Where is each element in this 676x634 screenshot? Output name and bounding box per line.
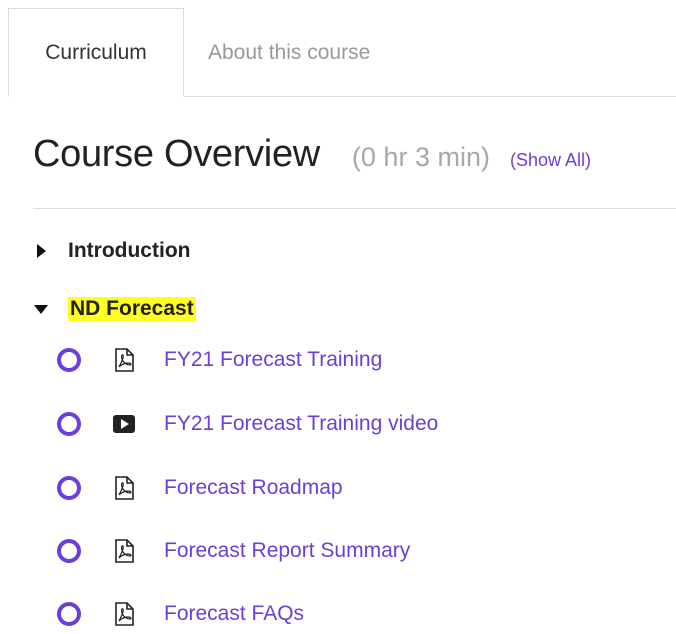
item-label: FY21 Forecast Training video: [164, 412, 439, 435]
page-title: Course Overview: [33, 133, 320, 175]
pdf-icon: [113, 539, 135, 563]
tab-curriculum[interactable]: Curriculum: [8, 8, 184, 97]
section-introduction[interactable]: Introduction: [33, 236, 190, 266]
pdf-icon: [113, 476, 135, 500]
course-overview-header: Course Overview (0 hr 3 min) (Show All): [33, 133, 676, 189]
item-label: Forecast FAQs: [164, 602, 305, 625]
progress-circle-icon: [57, 539, 81, 563]
section-label: ND Forecast: [68, 297, 196, 321]
caret-right-icon: [33, 241, 53, 261]
course-duration: (0 hr 3 min): [351, 142, 490, 172]
list-item[interactable]: FY21 Forecast Training: [57, 340, 657, 380]
list-item[interactable]: FY21 Forecast Training video: [57, 404, 657, 444]
header-divider: [33, 208, 676, 209]
item-label: Forecast Report Summary: [164, 539, 411, 562]
progress-circle-icon: [57, 476, 81, 500]
list-item[interactable]: Forecast Roadmap: [57, 468, 657, 508]
tab-curriculum-label: Curriculum: [45, 40, 147, 64]
pdf-icon: [113, 348, 135, 372]
tab-bar: Curriculum About this course: [0, 0, 676, 98]
progress-circle-icon: [57, 348, 81, 372]
video-icon: [113, 412, 135, 436]
item-label: FY21 Forecast Training: [164, 348, 383, 371]
progress-circle-icon: [57, 412, 81, 436]
list-item[interactable]: Forecast FAQs: [57, 594, 657, 634]
list-item[interactable]: Forecast Report Summary: [57, 531, 657, 571]
pdf-icon: [113, 602, 135, 626]
progress-circle-icon: [57, 602, 81, 626]
section-label: Introduction: [68, 239, 191, 262]
show-all-link[interactable]: (Show All): [510, 150, 591, 171]
caret-down-icon: [33, 299, 53, 319]
item-label: Forecast Roadmap: [164, 476, 343, 499]
tab-about-course-label: About this course: [208, 40, 371, 64]
section-nd-forecast[interactable]: ND Forecast: [33, 294, 196, 324]
tab-about-course[interactable]: About this course: [208, 8, 448, 97]
